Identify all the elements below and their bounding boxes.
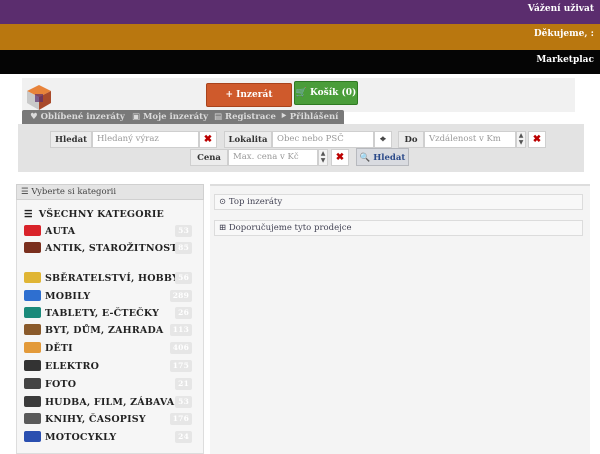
category-icon [24, 290, 41, 301]
welcome-banner: Vážení uživat [0, 0, 600, 24]
list-icon: ☰ [21, 187, 29, 197]
list-icon: ☰ [24, 209, 33, 220]
marketplace-banner: Marketplac [0, 50, 600, 74]
category-count-badge: 175 [169, 360, 192, 372]
price-label: Cena [190, 149, 228, 166]
search-button-label: Hledat [373, 153, 406, 163]
category-item[interactable]: MOBILY 289 [24, 290, 198, 302]
category-count-badge: 289 [169, 290, 192, 302]
category-item[interactable]: BYT, DŮM, ZAHRADA 113 [24, 324, 198, 336]
category-icon [24, 272, 41, 283]
category-count-badge: 26 [175, 307, 192, 319]
category-count-badge: 85 [175, 242, 192, 254]
category-icon [24, 360, 41, 371]
thanks-text: Děkujeme, : [533, 29, 594, 39]
search-label: Hledat [50, 131, 92, 148]
category-label: KNIHY, ČASOPISY [45, 414, 146, 425]
category-item[interactable]: DĚTI 406 [24, 342, 198, 354]
marketplace-text: Marketplac [536, 55, 594, 65]
search-icon: 🔍 [359, 153, 371, 163]
register-label: Registrace [225, 112, 276, 122]
category-icon [24, 378, 41, 389]
location-label: Lokalita [224, 131, 272, 148]
category-count-badge: 56 [175, 272, 192, 284]
my-listings-label: Moje inzeráty [143, 112, 209, 122]
category-item[interactable]: KNIHY, ČASOPISY 176 [24, 413, 198, 425]
top-listings-icon: ⊙ [219, 197, 227, 207]
cart-label: Košík (0) [310, 88, 357, 98]
category-label: HUDBA, FILM, ZÁBAVA [45, 397, 175, 408]
clear-price-icon[interactable]: ✖ [331, 149, 349, 166]
thanks-banner: Děkujeme, : [0, 24, 600, 50]
register-link[interactable]: ▤ Registrace [214, 110, 276, 125]
main-divider [210, 184, 590, 186]
category-label: MOBILY [45, 291, 91, 302]
site-logo[interactable] [24, 82, 54, 112]
my-listings-link[interactable]: ▣ Moje inzeráty [132, 110, 208, 125]
category-count-badge: 53 [175, 225, 192, 237]
top-listings-panel[interactable]: ⊙ Top inzeráty [214, 194, 583, 210]
category-heading: ☰ Vyberte si kategorii [16, 184, 204, 200]
recommended-sellers-panel[interactable]: ⊞ Doporučujeme tyto prodejce [214, 220, 583, 236]
distance-stepper[interactable]: ▲ ▼ [516, 131, 526, 148]
add-listing-button[interactable]: + Inzerát [206, 83, 292, 107]
category-label: ANTIK, STAROŽITNOSTI [45, 243, 183, 254]
category-item[interactable]: FOTO 21 [24, 378, 198, 390]
category-item[interactable]: SBĚRATELSTVÍ, HOBBY 56 [24, 272, 198, 284]
category-count-badge: 24 [175, 431, 192, 443]
category-item[interactable]: ANTIK, STAROŽITNOSTI 85 [24, 242, 198, 255]
map-marker-icon[interactable]: ⌖ [374, 131, 392, 148]
category-count-badge: 406 [169, 342, 192, 354]
category-label: BYT, DŮM, ZAHRADA [45, 325, 164, 336]
category-count-badge: 21 [175, 378, 192, 390]
category-label: TABLETY, E-ČTEČKY [45, 308, 160, 319]
category-icon [24, 225, 41, 236]
login-label: Přihlášení [289, 112, 339, 122]
category-item[interactable]: AUTA 53 [24, 225, 198, 237]
category-icon [24, 242, 41, 253]
category-count-badge: 113 [169, 324, 192, 336]
recommended-sellers-title: Doporučujeme tyto prodejce [228, 223, 352, 233]
category-label: DĚTI [45, 343, 73, 354]
login-link[interactable]: ⯈ Přihlášení [280, 110, 338, 125]
category-item[interactable]: HUDBA, FILM, ZÁBAVA 53 [24, 396, 198, 408]
location-input[interactable]: Obec nebo PSČ [272, 131, 374, 148]
category-icon [24, 413, 41, 424]
category-all[interactable]: ☰ VŠECHNY KATEGORIE [24, 209, 198, 220]
search-button[interactable]: 🔍 Hledat [356, 148, 409, 166]
category-all-label: VŠECHNY KATEGORIE [38, 209, 164, 220]
category-item[interactable]: MOTOCYKLY 24 [24, 431, 198, 443]
category-icon [24, 431, 41, 442]
distance-input[interactable]: Vzdálenost v Km [424, 131, 516, 148]
cart-button[interactable]: 🛒 Košík (0) [294, 81, 358, 105]
category-label: FOTO [45, 379, 77, 390]
cart-icon: 🛒 [295, 88, 307, 98]
category-label: SBĚRATELSTVÍ, HOBBY [45, 273, 179, 284]
top-listings-title: Top inzeráty [228, 197, 283, 207]
price-stepper[interactable]: ▲ ▼ [318, 149, 328, 166]
category-label: MOTOCYKLY [45, 432, 117, 443]
welcome-text: Vážení uživat [527, 4, 594, 14]
sellers-icon: ⊞ [219, 223, 227, 233]
price-input[interactable]: Max. cena v Kč [228, 149, 318, 166]
category-count-badge: 53 [175, 396, 192, 408]
category-label: ELEKTRO [45, 361, 100, 372]
category-icon [24, 396, 41, 407]
category-icon [24, 324, 41, 335]
category-item[interactable]: TABLETY, E-ČTEČKY 26 [24, 307, 198, 319]
search-input[interactable]: Hledaný výraz [92, 131, 199, 148]
category-count-badge: 176 [169, 413, 192, 425]
clear-distance-icon[interactable]: ✖ [528, 131, 546, 148]
category-heading-text: Vyberte si kategorii [31, 187, 117, 197]
distance-to-label: Do [398, 131, 424, 148]
category-icon [24, 307, 41, 318]
category-icon [24, 342, 41, 353]
favorites-label: Oblíbené inzeráty [40, 112, 125, 122]
clear-search-icon[interactable]: ✖ [199, 131, 217, 148]
favorites-link[interactable]: ♥ Oblíbené inzeráty [30, 110, 125, 125]
category-item[interactable]: ELEKTRO 175 [24, 360, 198, 372]
category-label: AUTA [45, 226, 76, 237]
